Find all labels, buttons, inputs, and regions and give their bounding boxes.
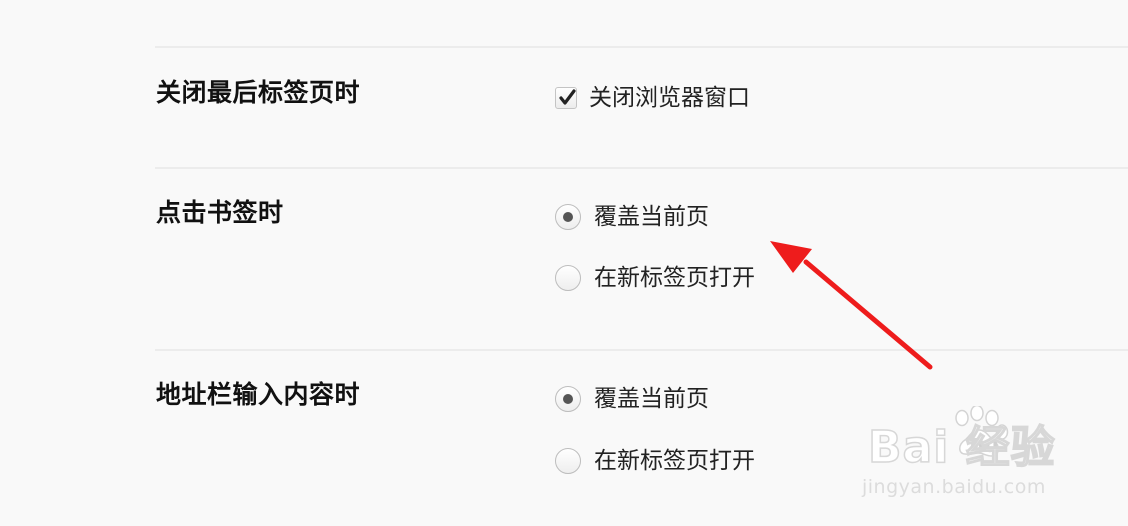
watermark-brand-text: Bai 经验	[867, 422, 1056, 473]
watermark-url-text: jingyan.baidu.com	[862, 476, 1046, 498]
baidu-watermark: du Bai 经验 jingyan.baidu.com	[862, 404, 1072, 504]
